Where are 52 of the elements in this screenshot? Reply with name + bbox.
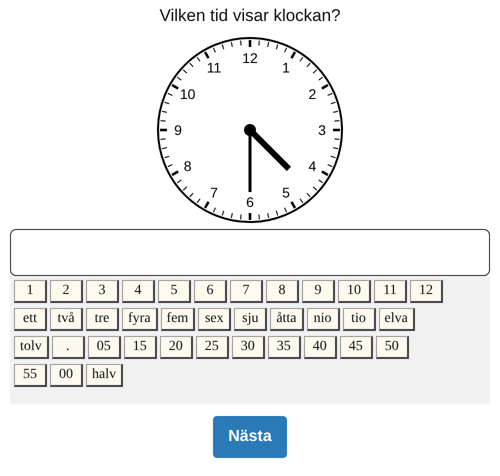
- key-button[interactable]: 9: [302, 280, 335, 303]
- key-button[interactable]: 40: [304, 336, 337, 359]
- key-button[interactable]: sex: [198, 308, 232, 331]
- clock-numeral: 3: [318, 122, 326, 138]
- key-button[interactable]: 00: [50, 364, 83, 387]
- key-button[interactable]: 11: [374, 280, 407, 303]
- clock-numeral: 1: [282, 60, 290, 76]
- key-button[interactable]: 15: [124, 336, 157, 359]
- key-button[interactable]: 1: [14, 280, 47, 303]
- key-button[interactable]: 25: [196, 336, 229, 359]
- key-button[interactable]: 50: [376, 336, 409, 359]
- clock-numeral: 8: [184, 158, 192, 174]
- clock-numeral: 2: [308, 86, 316, 102]
- clock-numeral: 5: [282, 184, 290, 200]
- key-button[interactable]: 05: [88, 336, 121, 359]
- key-button[interactable]: 2: [50, 280, 83, 303]
- key-button[interactable]: 45: [340, 336, 373, 359]
- key-button[interactable]: nio: [306, 308, 340, 331]
- key-button[interactable]: 4: [122, 280, 155, 303]
- key-button[interactable]: 5: [158, 280, 191, 303]
- key-button[interactable]: fyra: [122, 308, 158, 331]
- key-button[interactable]: tio: [342, 308, 376, 331]
- key-button[interactable]: två: [50, 308, 83, 331]
- key-button[interactable]: 30: [232, 336, 265, 359]
- key-button[interactable]: 3: [86, 280, 119, 303]
- key-button[interactable]: 10: [338, 280, 371, 303]
- key-button[interactable]: 8: [266, 280, 299, 303]
- clock-numeral: 12: [242, 50, 258, 66]
- next-button[interactable]: Nästa: [213, 416, 287, 458]
- key-button[interactable]: ett: [14, 308, 47, 331]
- key-button[interactable]: .: [52, 336, 85, 359]
- key-button[interactable]: 20: [160, 336, 193, 359]
- key-button[interactable]: 12: [410, 280, 443, 303]
- answer-field[interactable]: [10, 229, 490, 276]
- key-button[interactable]: elva: [378, 308, 415, 331]
- key-button[interactable]: halv: [86, 364, 124, 387]
- key-button[interactable]: tre: [86, 308, 119, 331]
- key-button[interactable]: tolv: [14, 336, 49, 359]
- key-button[interactable]: sju: [234, 308, 268, 331]
- key-button[interactable]: 7: [230, 280, 263, 303]
- key-button[interactable]: åtta: [270, 308, 304, 331]
- key-button[interactable]: 55: [14, 364, 47, 387]
- key-button[interactable]: 35: [268, 336, 301, 359]
- clock-numeral: 11: [206, 60, 222, 76]
- clock-numeral: 4: [308, 158, 316, 174]
- key-button[interactable]: 6: [194, 280, 227, 303]
- clock-numeral: 9: [174, 122, 182, 138]
- clock-numeral: 10: [180, 86, 196, 102]
- question-text: Vilken tid visar klockan?: [159, 6, 341, 26]
- clock-numeral: 7: [210, 184, 218, 200]
- clock-numeral: 6: [246, 194, 254, 210]
- key-button[interactable]: fem: [160, 308, 196, 331]
